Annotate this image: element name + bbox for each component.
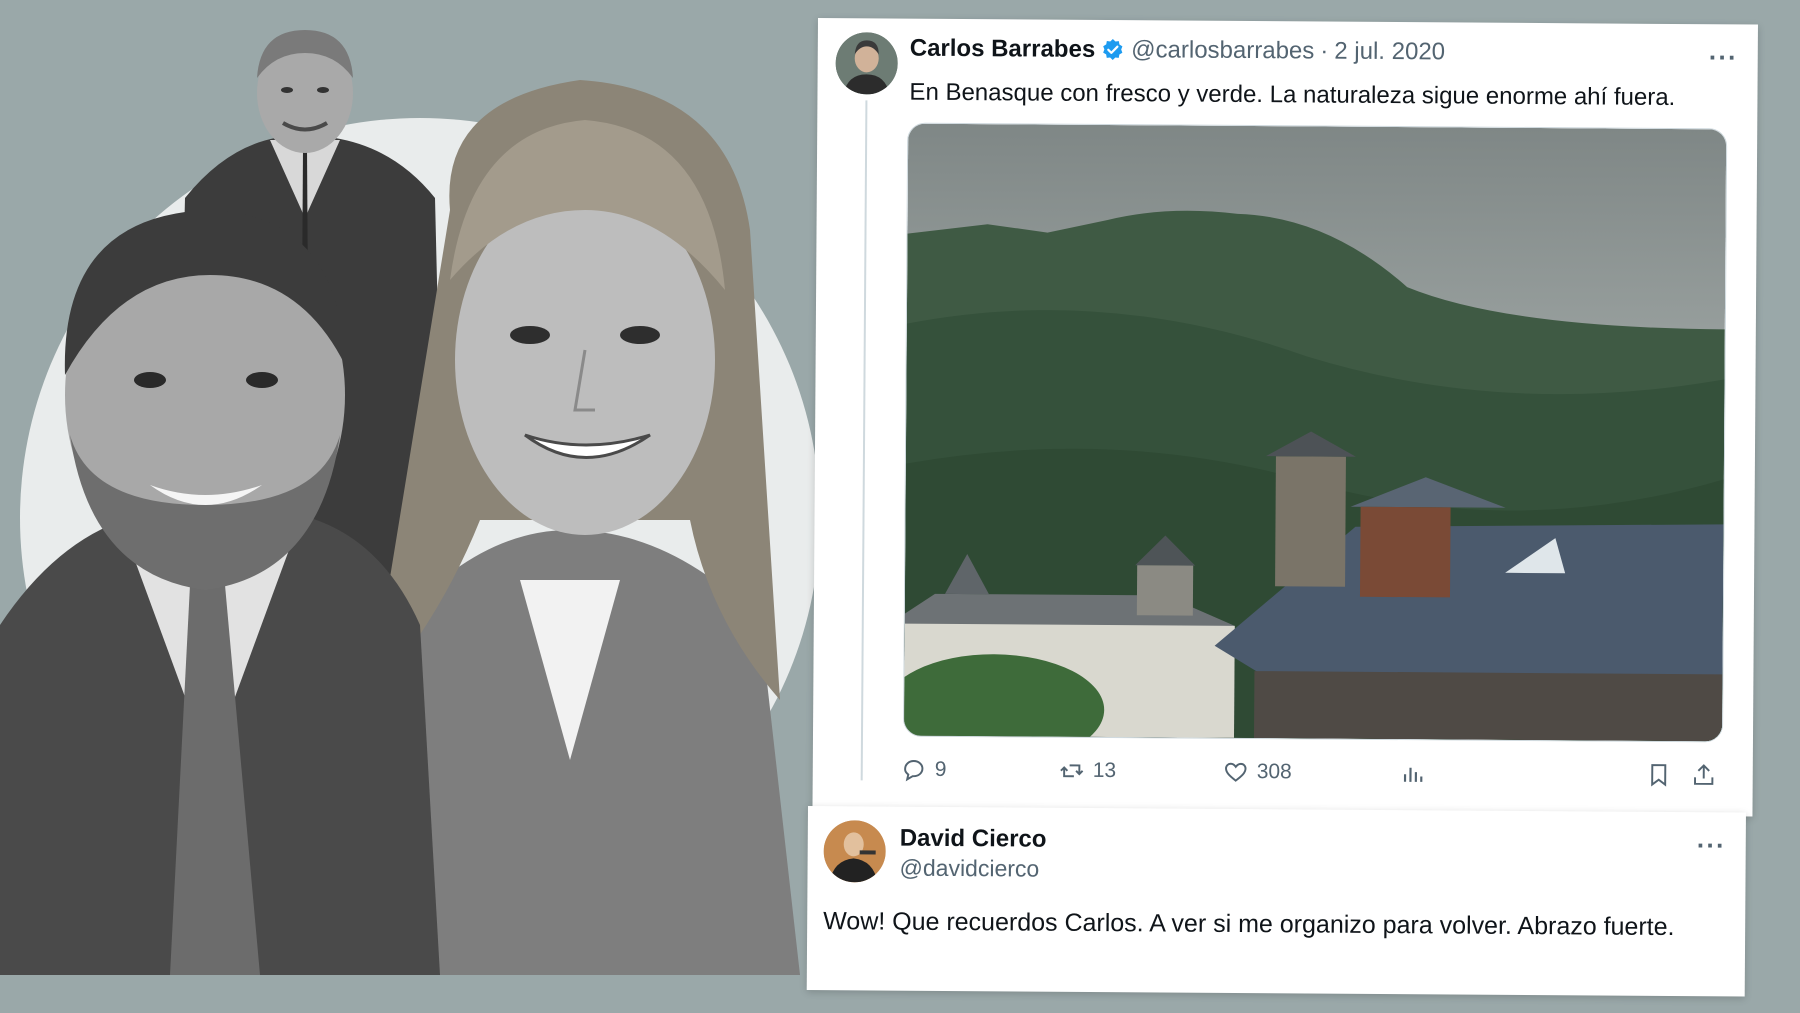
bookmark-button[interactable] [1646,762,1672,788]
verified-badge-icon [1103,39,1123,61]
tweet-photo-mountain[interactable] [902,122,1728,743]
tweet-actions: 9 13 308 [901,757,1731,803]
share-icon [1694,764,1714,785]
author-name[interactable]: Carlos Barrabes [910,35,1096,64]
views-button[interactable] [1401,760,1427,786]
reply-author-handle[interactable]: @davidcierco [899,855,1039,883]
more-icon[interactable]: ··· [1697,830,1726,861]
views-icon [1403,767,1423,782]
like-icon [1225,762,1247,782]
photo-man-in-suit [0,205,440,975]
retweet-icon [1060,764,1084,778]
thread-line [860,100,868,781]
reply-icon [904,760,924,782]
tweet-text: En Benasque con fresco y verde. La natur… [909,78,1676,111]
like-button[interactable]: 308 [1223,759,1292,785]
author-handle[interactable]: @carlosbarrabes [1131,36,1314,65]
reply-author-avatar[interactable] [823,820,886,883]
like-count: 308 [1256,760,1292,784]
retweet-count: 13 [1092,758,1117,783]
reply-count: 9 [934,757,947,781]
separator-dot: · [1320,37,1329,65]
reply-button[interactable]: 9 [901,757,947,783]
author-avatar[interactable] [835,32,898,95]
bookmark-icon [1651,764,1667,787]
more-icon[interactable]: ··· [1709,42,1738,73]
share-button[interactable] [1691,762,1717,788]
tweet-header: Carlos Barrabes @carlosbarrabes · 2 jul.… [910,35,1445,67]
tweet-card[interactable]: Carlos Barrabes @carlosbarrabes · 2 jul.… [812,18,1758,817]
reply-tweet-card[interactable]: David Cierco @davidcierco ··· Wow! Que r… [806,806,1746,997]
retweet-button[interactable]: 13 [1059,758,1117,784]
tweet-date[interactable]: 2 jul. 2020 [1334,38,1445,67]
reply-text: Wow! Que recuerdos Carlos. A ver si me o… [823,907,1675,942]
reply-author-name[interactable]: David Cierco [900,825,1047,854]
